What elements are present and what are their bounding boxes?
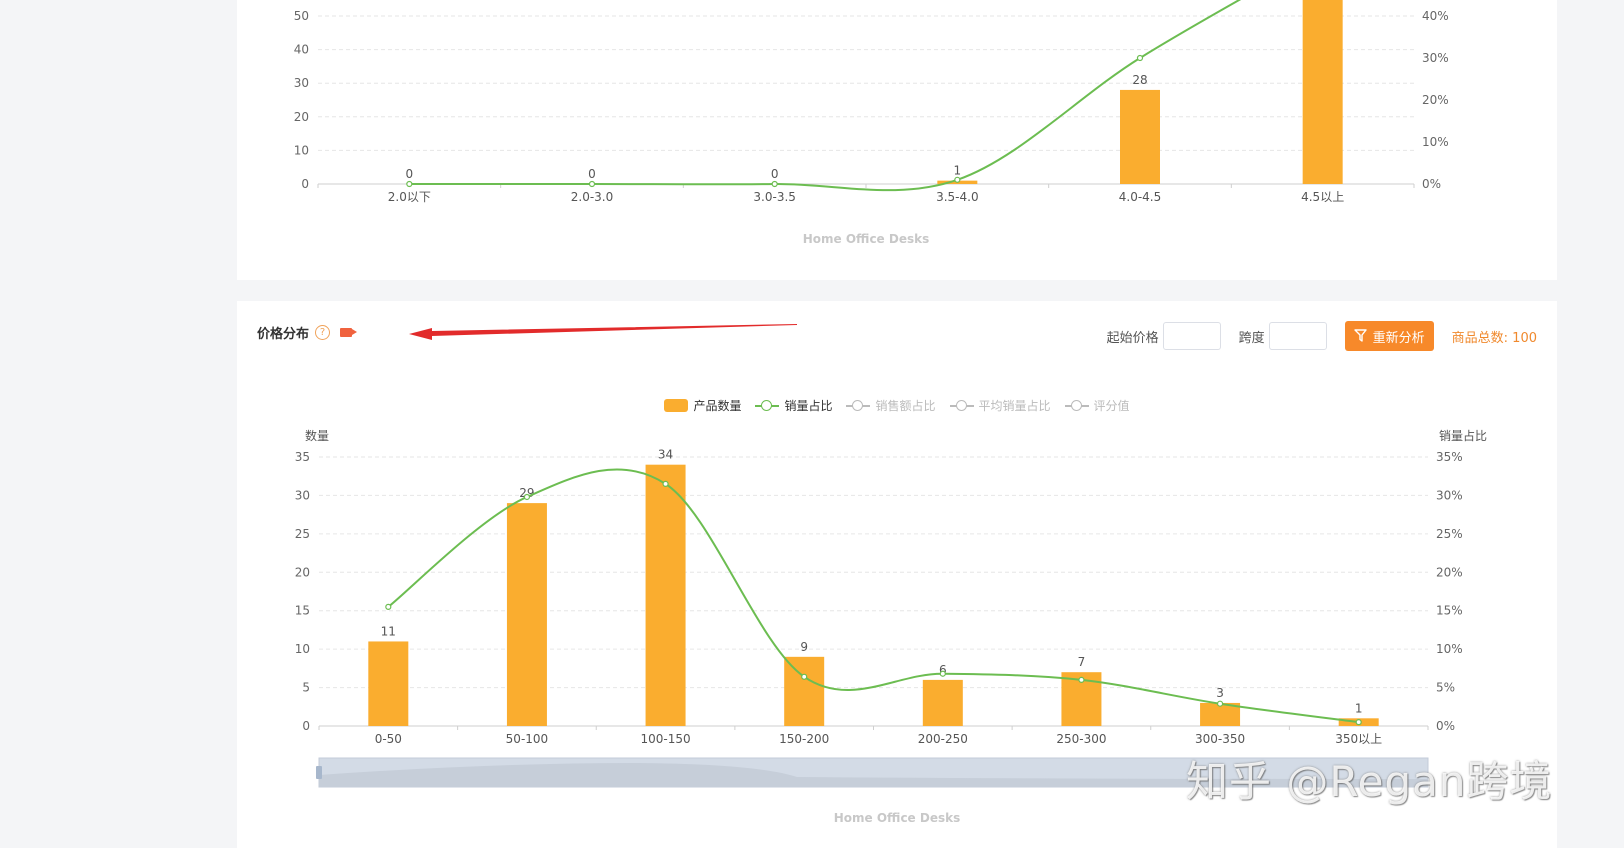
bottom-chart-footer: Home Office Desks [834,811,961,825]
y-tick-label: 25 [295,527,310,541]
zoom-handle-left[interactable] [316,766,322,779]
bar-value-label: 3 [1216,686,1224,700]
left-axis-name: 数量 [305,428,329,443]
x-tick-label: 250-300 [1056,732,1106,746]
line-point[interactable] [1078,676,1085,683]
y-right-tick-label: 30% [1436,488,1463,502]
bar-value-label: 7 [1078,655,1086,669]
y-tick-label: 50 [294,9,309,23]
y-tick-label: 0 [301,177,309,191]
x-tick-label: 2.0以下 [388,190,431,204]
y-tick-label: 40 [294,43,309,57]
line-point[interactable] [385,603,392,610]
x-tick-label: 300-350 [1195,732,1245,746]
bar[interactable] [368,641,409,726]
x-tick-label: 2.0-3.0 [571,190,614,204]
x-tick-label: 100-150 [640,732,690,746]
y-right-tick-label: 15% [1436,604,1463,618]
x-tick-label: 350以上 [1335,732,1382,746]
x-tick-label: 150-200 [779,732,829,746]
bar[interactable] [922,679,963,726]
y-right-tick-label: 20% [1422,93,1449,107]
bar-value-label: 9 [800,640,808,654]
y-tick-label: 20 [295,565,310,579]
x-tick-label: 3.0-3.5 [753,190,796,204]
bar-value-label: 34 [658,448,673,462]
y-right-tick-label: 5% [1436,681,1455,695]
y-right-tick-label: 10% [1422,135,1449,149]
y-right-tick-label: 0% [1436,719,1455,733]
grid-lines [319,456,1428,689]
x-tick-label: 200-250 [918,732,968,746]
bar[interactable] [1302,0,1343,184]
y-tick-label: 30 [294,76,309,90]
bar[interactable] [506,503,547,726]
y-tick-label: 10 [294,143,309,157]
bar-value-label: 0 [771,167,779,181]
y-tick-label: 35 [295,450,310,464]
right-axis-name: 销量占比 [1439,428,1487,443]
y-tick-label: 5 [302,681,310,695]
bar-value-label: 28 [1132,73,1147,87]
y-tick-label: 30 [295,488,310,502]
rating-chart: 0 10 20 30 40 50 0% 10% 20% 30% 40% 0 2.0以下 0 2.0-3.0 0… [294,0,1449,246]
y-right-tick-label: 30% [1422,51,1449,65]
line-point[interactable] [771,180,778,188]
y-right-tick-label: 0% [1422,177,1441,191]
y-right-tick-label: 35% [1436,450,1463,464]
bar-value-label: 0 [588,167,596,181]
sales-share-line [409,0,1242,192]
bar-value-label: 0 [406,167,414,181]
line-point[interactable] [588,180,596,188]
x-tick-label: 3.5-4.0 [936,190,979,204]
bar-value-label: 1 [954,164,962,178]
grid-lines [318,15,1414,151]
y-tick-label: 20 [294,110,309,124]
watermark: 知乎 @Regan跨境 [1186,757,1553,806]
line-point[interactable] [1136,54,1144,62]
line-point[interactable] [954,176,961,183]
line-point[interactable] [801,673,808,680]
rating-distribution-panel: 0 10 20 30 40 50 0% 10% 20% 30% 40% 0 2.0以下 0 2.0-3.0 0… [237,0,1557,280]
line-point[interactable] [523,493,531,501]
bar[interactable] [784,656,825,726]
y-tick-label: 0 [302,719,310,733]
line-point[interactable] [1355,719,1362,726]
y-right-tick-label: 40% [1422,9,1449,23]
x-tick-label: 0-50 [375,732,402,746]
bar[interactable] [1120,89,1160,184]
x-tick-label: 4.5以上 [1301,190,1344,204]
bar-value-label: 11 [381,624,396,638]
y-tick-label: 10 [295,642,310,656]
y-tick-label: 15 [295,604,310,618]
x-tick-label: 4.0-4.5 [1119,190,1162,204]
line-point[interactable] [939,670,946,677]
y-right-tick-label: 20% [1436,565,1463,579]
y-right-tick-label: 10% [1436,642,1463,656]
y-right-tick-label: 25% [1436,527,1463,541]
top-chart-footer: Home Office Desks [803,232,930,246]
bar[interactable] [645,464,686,726]
line-point[interactable] [1216,700,1224,707]
x-tick-label: 50-100 [506,732,549,746]
line-point[interactable] [662,480,669,487]
bar-value-label: 1 [1355,701,1363,715]
line-point[interactable] [406,180,413,188]
